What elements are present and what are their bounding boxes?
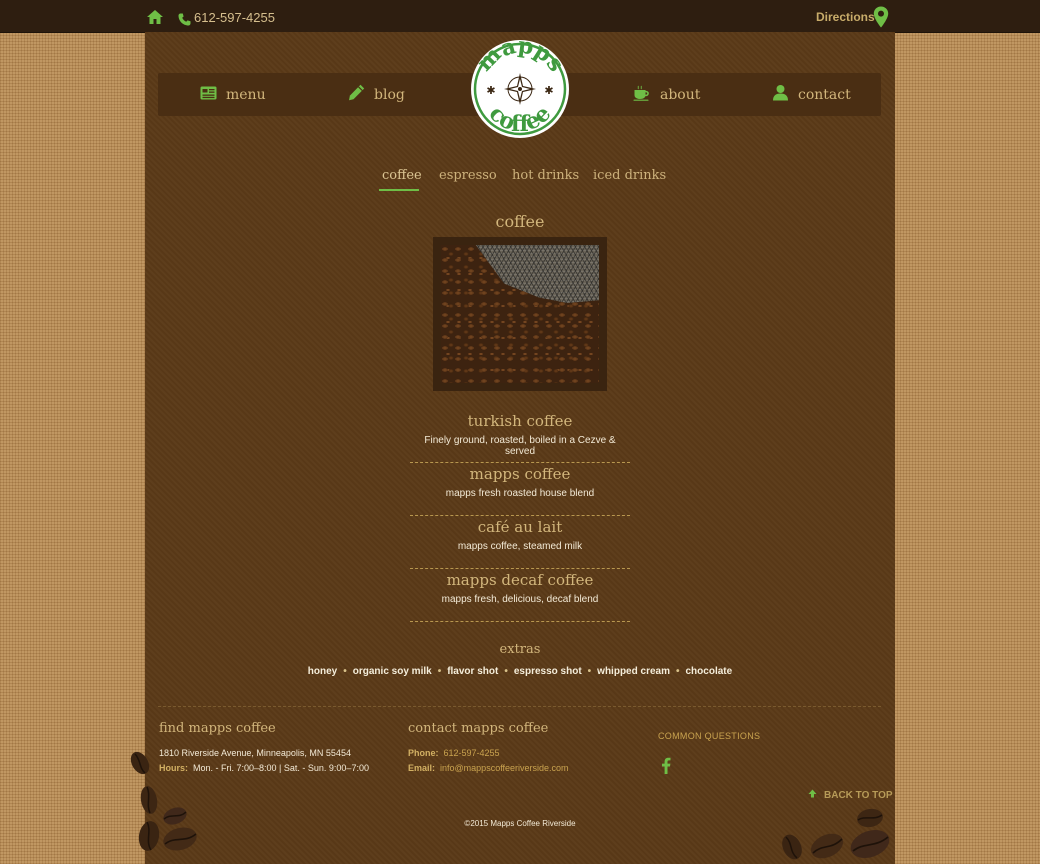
coffee-beans-image [441, 245, 599, 383]
coffee-bean-decoration [810, 833, 844, 859]
menu-item-name: mapps coffee [469, 465, 571, 483]
coffee-bean-decoration [130, 751, 150, 775]
tab-coffee[interactable]: coffee [382, 168, 422, 183]
menu-item-name: café au lait [477, 518, 563, 536]
extra-item: organic soy milk [352, 666, 432, 677]
address: 1810 Riverside Avenue, Minneapolis, MN 5… [159, 748, 351, 758]
find-title: find mapps coffee [159, 721, 276, 736]
top-bar: 612-597-4255 Directions [0, 0, 1040, 33]
footer-email-link[interactable]: info@mappscoffeeriverside.com [440, 763, 569, 773]
menu-item-desc: mapps fresh, delicious, decaf blend [441, 594, 599, 605]
footer-phone-link[interactable]: 612-597-4255 [444, 748, 500, 758]
menu-item: mapps coffee mapps fresh roasted house b… [410, 463, 630, 516]
extra-separator: • [587, 666, 592, 677]
menu-icon [200, 85, 217, 104]
hours-value: Mon. - Fri. 7:00–8:00 | Sat. - Sun. 9:00… [193, 763, 369, 773]
home-icon[interactable] [146, 9, 164, 29]
tab-iced-drinks[interactable]: iced drinks [593, 168, 666, 183]
menu-item-name: mapps decaf coffee [446, 571, 594, 589]
tab-espresso[interactable]: espresso [439, 168, 497, 183]
mapps-coffee-logo[interactable]: mapps coffee ✱ ✱ [470, 32, 570, 139]
tab-hot-drinks[interactable]: hot drinks [512, 168, 579, 183]
menu-item-name: turkish coffee [467, 412, 573, 430]
extras-title: extras [499, 642, 541, 657]
menu-item: café au lait mapps coffee, steamed milk [410, 516, 630, 569]
extra-item: flavor shot [447, 666, 499, 677]
menu-category-tabs: coffee espresso hot drinks iced drinks [0, 168, 1040, 198]
nav-about[interactable]: about [633, 73, 700, 116]
active-tab-underline [379, 189, 419, 191]
menu-item-desc: mapps coffee, steamed milk [457, 541, 583, 552]
nav-menu[interactable]: menu [200, 73, 266, 116]
extras-list: honey • organic soy milk • flavor shot • espre… [0, 666, 1040, 677]
coffee-bean-decoration [163, 827, 197, 851]
extra-separator: • [437, 666, 442, 677]
hours-line: Hours: Mon. - Fri. 7:00–8:00 | Sat. - Su… [159, 763, 369, 773]
person-icon [772, 84, 789, 105]
email-label: Email: [408, 763, 436, 773]
footer-divider [158, 706, 881, 707]
coffee-bean-decoration [782, 834, 802, 860]
back-to-top-label: BACK TO TOP [824, 789, 893, 801]
facebook-icon[interactable] [661, 757, 671, 778]
extra-separator: • [343, 666, 347, 677]
menu-item: mapps decaf coffee mapps fresh, deliciou… [410, 569, 630, 622]
contact-email-line: Email: info@mappscoffeeriverside.com [408, 763, 569, 773]
extra-item: honey [307, 666, 338, 677]
coffee-beans-photo [433, 237, 607, 391]
nav-about-label: about [660, 86, 701, 103]
svg-text:✱: ✱ [544, 84, 553, 97]
coffee-bean-decoration [138, 821, 160, 851]
nav-blog[interactable]: blog [348, 73, 405, 116]
coffee-cup-icon [633, 85, 651, 105]
phone-label: Phone: [408, 748, 439, 758]
menu-item-desc: Finely ground, roasted, boiled in a Cezv… [424, 435, 616, 457]
menu-item-desc: mapps fresh roasted house blend [445, 488, 595, 499]
menu-item: turkish coffee Finely ground, roasted, b… [410, 410, 630, 463]
phone-icon [178, 11, 191, 30]
nav-contact-label: contact [798, 86, 851, 103]
extra-item: whipped cream [597, 666, 670, 677]
contact-phone-line: Phone: 612-597-4255 [408, 748, 500, 758]
common-questions-link[interactable]: COMMON QUESTIONS [658, 731, 760, 741]
directions-link[interactable]: Directions [816, 10, 875, 24]
extra-separator: • [504, 666, 508, 677]
pencil-icon [348, 84, 365, 105]
coffee-bean-decoration [140, 786, 158, 814]
arrow-up-icon [808, 789, 817, 801]
hours-label: Hours: [159, 763, 188, 773]
section-title: coffee [495, 212, 545, 231]
nav-menu-label: menu [226, 86, 266, 103]
extra-item: chocolate [685, 666, 733, 677]
nav-contact[interactable]: contact [772, 73, 851, 116]
map-pin-icon[interactable] [873, 6, 889, 32]
contact-title: contact mapps coffee [408, 721, 549, 736]
extra-item: espresso shot [513, 666, 582, 677]
extra-separator: • [675, 666, 680, 677]
back-to-top-button[interactable]: BACK TO TOP [808, 789, 893, 801]
coffee-bean-decoration [850, 829, 890, 859]
nav-blog-label: blog [374, 86, 405, 103]
topbar-phone[interactable]: 612-597-4255 [194, 10, 275, 25]
svg-text:✱: ✱ [486, 84, 495, 97]
